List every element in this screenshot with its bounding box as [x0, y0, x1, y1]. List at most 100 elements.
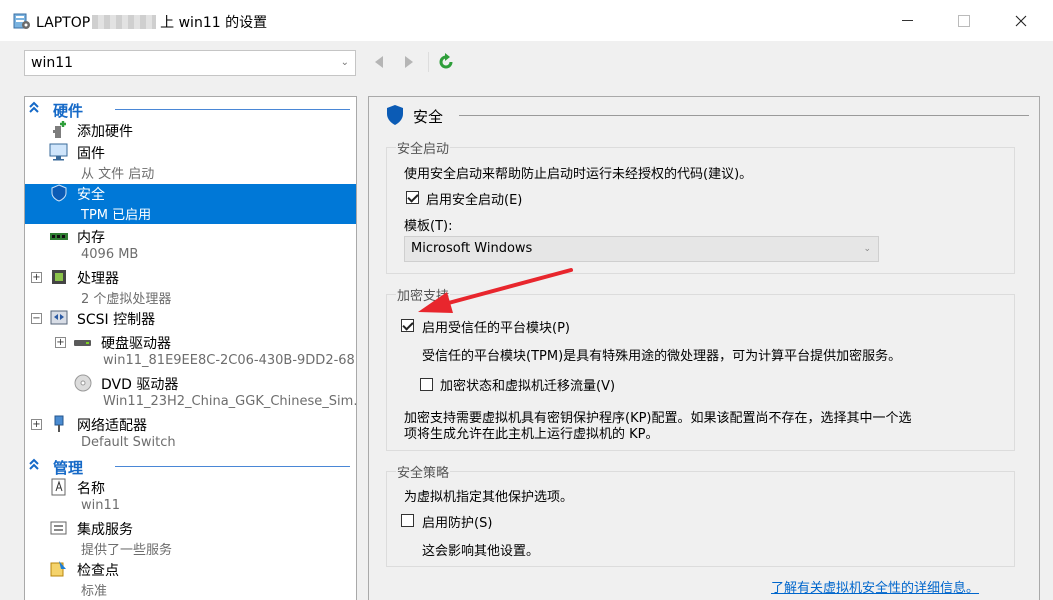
- tree-item-detail: Default Switch: [81, 435, 176, 450]
- close-icon: [1015, 15, 1027, 26]
- network-adapter-icon: [54, 415, 64, 432]
- tree-item-detail: 2 个虚拟处理器: [81, 292, 172, 307]
- hard-drive-icon: [74, 340, 91, 346]
- expand-icon[interactable]: +: [31, 272, 42, 283]
- minimize-button[interactable]: [884, 0, 930, 41]
- encrypt-state-checkbox[interactable]: [420, 378, 433, 391]
- tree-item-label: SCSI 控制器: [77, 312, 156, 328]
- enable-shielding-checkbox[interactable]: [401, 514, 414, 527]
- policy-description: 为虚拟机指定其他保护选项。: [404, 490, 574, 505]
- scsi-controller-icon: [50, 310, 68, 325]
- tree-item-add-hardware[interactable]: 添加硬件: [25, 121, 356, 141]
- expand-icon[interactable]: +: [55, 337, 66, 348]
- memory-icon: [50, 233, 68, 240]
- section-management[interactable]: 管理: [25, 456, 356, 477]
- tree-item-checkpoints[interactable]: 检查点 标准: [25, 560, 356, 600]
- enable-shielding-label[interactable]: 启用防护(S): [422, 512, 492, 531]
- chevron-down-icon: ⌄: [863, 244, 871, 254]
- tree-item-detail: 4096 MB: [81, 247, 139, 262]
- panel-title-divider: [459, 115, 1029, 116]
- panel-title: 安全: [413, 108, 444, 126]
- tree-item-label: 名称: [77, 481, 105, 497]
- tpm-description: 受信任的平台模块(TPM)是具有特殊用途的微处理器，可为计算平台提供加密服务。: [422, 349, 902, 364]
- hyperv-settings-icon: [13, 13, 30, 29]
- collapse-chevron-icon: [29, 458, 39, 470]
- tree-item-scsi-controller[interactable]: − SCSI 控制器: [25, 309, 356, 329]
- tree-item-label: 固件: [77, 146, 105, 162]
- section-management-title: 管理: [53, 459, 84, 477]
- tree-item-detail: 提供了一些服务: [81, 543, 173, 558]
- tree-item-label: 硬盘驱动器: [101, 336, 171, 352]
- maximize-icon: [958, 14, 970, 27]
- shield-icon: [51, 184, 67, 202]
- group-title: 安全启动: [396, 138, 451, 157]
- title-bar: LAPTOP 上 win11 的设置: [0, 0, 1053, 41]
- tree-item-label: 检查点: [77, 563, 119, 579]
- firmware-icon: [49, 143, 68, 161]
- add-hardware-icon: [53, 121, 66, 138]
- tree-item-detail: 标准: [81, 584, 108, 599]
- section-hardware[interactable]: 硬件: [25, 99, 356, 120]
- section-divider: [115, 466, 350, 467]
- dvd-drive-icon: [74, 374, 92, 392]
- tree-item-label: 内存: [77, 230, 105, 246]
- name-icon: [51, 478, 66, 496]
- window-title-prefix: LAPTOP: [36, 15, 91, 31]
- refresh-icon[interactable]: [437, 53, 455, 71]
- close-button[interactable]: [998, 0, 1044, 41]
- vm-selector-dropdown[interactable]: win11 ⌄: [24, 50, 356, 76]
- tree-item-detail: win11_81E9EE8C-2C06-430B-9DD2-68...: [103, 353, 357, 368]
- template-dropdown[interactable]: Microsoft Windows ⌄: [404, 236, 879, 262]
- tree-item-firmware[interactable]: 固件 从 文件 启动: [25, 143, 356, 183]
- collapse-icon[interactable]: −: [31, 313, 42, 324]
- enable-tpm-checkbox[interactable]: [401, 319, 414, 332]
- checkpoint-icon: [50, 561, 66, 577]
- tree-item-name[interactable]: 名称 win11: [25, 478, 356, 518]
- tree-item-label: 处理器: [77, 271, 119, 287]
- tree-item-label: 网络适配器: [77, 418, 147, 434]
- template-label: 模板(T):: [404, 219, 453, 234]
- secure-boot-description: 使用安全启动来帮助防止启动时运行未经授权的代码(建议)。: [404, 167, 753, 182]
- shield-icon: [387, 105, 403, 125]
- tree-item-detail: win11: [81, 498, 121, 513]
- window-title: LAPTOP 上 win11 的设置: [36, 12, 267, 32]
- tree-item-detail: 从 文件 启动: [81, 167, 155, 182]
- security-settings-panel: 安全 安全启动 使用安全启动来帮助防止启动时运行未经授权的代码(建议)。 启用安…: [368, 96, 1040, 600]
- template-value: Microsoft Windows: [411, 241, 533, 256]
- enable-secure-boot-checkbox[interactable]: [406, 191, 419, 204]
- tree-item-security[interactable]: 安全 TPM 已启用: [25, 184, 356, 224]
- enable-secure-boot-label[interactable]: 启用安全启动(E): [426, 189, 522, 208]
- settings-tree: 硬件 添加硬件 固件 从 文件 启动 安全 TPM 已启用 内存 4096 MB…: [24, 96, 357, 600]
- tree-item-processor[interactable]: + 处理器 2 个虚拟处理器: [25, 268, 356, 308]
- tree-item-integration-services[interactable]: 集成服务 提供了一些服务: [25, 519, 356, 559]
- security-policy-group: 安全策略 为虚拟机指定其他保护选项。 启用防护(S) 这会影响其他设置。: [386, 462, 1015, 567]
- enable-tpm-label[interactable]: 启用受信任的平台模块(P): [422, 317, 570, 336]
- tree-item-label: 安全: [77, 187, 105, 203]
- encrypt-state-label[interactable]: 加密状态和虚拟机迁移流量(V): [440, 375, 615, 394]
- integration-services-icon: [50, 521, 67, 535]
- group-title: 安全策略: [396, 462, 451, 481]
- secure-boot-group: 安全启动 使用安全启动来帮助防止启动时运行未经授权的代码(建议)。 启用安全启动…: [386, 138, 1015, 274]
- expand-icon[interactable]: +: [31, 419, 42, 430]
- encryption-support-group: 加密支持 启用受信任的平台模块(P) 受信任的平台模块(TPM)是具有特殊用途的…: [386, 285, 1015, 451]
- kp-note-line-2: 项将生成允许在此主机上运行虚拟机的 KP。: [404, 427, 659, 442]
- tree-item-label: DVD 驱动器: [101, 377, 179, 393]
- tree-item-network-adapter[interactable]: + 网络适配器 Default Switch: [25, 415, 356, 455]
- tree-item-dvd-drive[interactable]: DVD 驱动器 Win11_23H2_China_GGK_Chinese_Sim…: [25, 374, 356, 414]
- tree-item-hard-drive[interactable]: + 硬盘驱动器 win11_81E9EE8C-2C06-430B-9DD2-68…: [25, 333, 356, 373]
- shielding-note: 这会影响其他设置。: [422, 544, 540, 559]
- redacted-hostname: [92, 15, 157, 29]
- maximize-button[interactable]: [941, 0, 987, 41]
- tree-item-memory[interactable]: 内存 4096 MB: [25, 227, 356, 267]
- learn-more-link[interactable]: 了解有关虚拟机安全性的详细信息。: [771, 577, 979, 596]
- chevron-down-icon: ⌄: [340, 57, 349, 68]
- window-title-suffix: 上 win11 的设置: [160, 15, 268, 31]
- back-arrow-icon[interactable]: [372, 54, 386, 70]
- processor-icon: [52, 270, 66, 284]
- section-divider: [115, 109, 350, 110]
- forward-arrow-icon[interactable]: [402, 54, 416, 70]
- tree-item-label: 集成服务: [77, 522, 133, 538]
- section-hardware-title: 硬件: [53, 102, 84, 120]
- collapse-chevron-icon: [29, 101, 39, 113]
- vm-selector-value: win11: [31, 55, 74, 71]
